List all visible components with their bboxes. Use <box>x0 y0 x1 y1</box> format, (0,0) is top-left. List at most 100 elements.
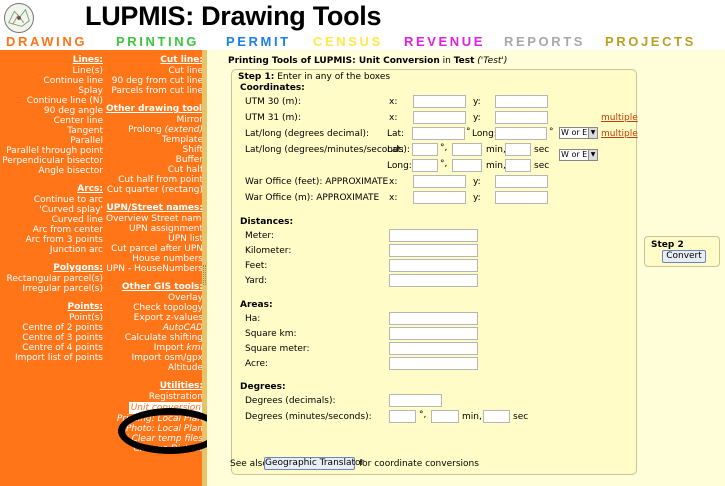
tool-cut-parcel-after-upn[interactable]: Cut parcel after UPN <box>106 244 203 254</box>
degrees-decimals-input[interactable] <box>389 394 442 407</box>
meter-input[interactable] <box>389 229 478 242</box>
lat-deg-input[interactable] <box>412 143 438 156</box>
long-sec-input[interactable] <box>505 159 531 172</box>
tool-centre-of-2-points[interactable]: Centre of 2 points <box>0 323 103 333</box>
convert-button[interactable]: Convert <box>662 250 706 263</box>
tool-90-deg-angle[interactable]: 90 deg angle <box>0 106 103 116</box>
yard-input[interactable] <box>389 274 478 287</box>
acre-input[interactable] <box>389 357 478 370</box>
tool-import-kml[interactable]: Import kml <box>106 343 203 353</box>
tool-altitude[interactable]: Altitude <box>106 363 203 373</box>
tool-parallel[interactable]: Parallel <box>0 136 103 146</box>
lat-decimal-input[interactable] <box>412 127 465 140</box>
we-select-dms[interactable]: W or E ▼ <box>559 149 598 161</box>
utm31-x-input[interactable] <box>413 111 466 124</box>
degrees-min-input[interactable] <box>431 410 459 423</box>
tool-point-s[interactable]: Point(s) <box>0 313 103 323</box>
menu-census[interactable]: CENSUS <box>313 34 383 49</box>
tool-centre-of-3-points[interactable]: Centre of 3 points <box>0 333 103 343</box>
we-select-decimal[interactable]: W or E ▼ <box>559 127 598 139</box>
tool-tangent[interactable]: Tangent <box>0 126 103 136</box>
war-m-x-input[interactable] <box>413 191 466 204</box>
tool-unit-conversion[interactable]: Unit conversion <box>128 402 203 414</box>
menu-printing[interactable]: PRINTING <box>116 34 199 49</box>
tool-rectangular-parcel-s[interactable]: Rectangular parcel(s) <box>0 274 103 284</box>
tool-center-line[interactable]: Center line <box>0 116 103 126</box>
tool-curved-line[interactable]: Curved line <box>0 215 103 225</box>
tool-registration[interactable]: Registration <box>106 392 203 402</box>
tool-overview-street-name[interactable]: Overview Street name <box>106 214 207 224</box>
utm31-multiple-link[interactable]: multiple <box>601 113 638 123</box>
degrees-sec-input[interactable] <box>483 410 510 423</box>
menu-drawing[interactable]: DRAWING <box>6 34 87 49</box>
tool-curved-splay[interactable]: 'Curved splay' <box>0 205 103 215</box>
tool-angle-bisector[interactable]: Angle bisector <box>0 166 103 176</box>
geographic-translator-button[interactable]: Geographic Translator <box>264 457 364 470</box>
tool-mirror[interactable]: Mirror <box>106 115 203 125</box>
menu-projects[interactable]: PROJECTS <box>605 34 696 49</box>
chevron-down-icon: ▼ <box>588 128 597 138</box>
tool-shift[interactable]: Shift <box>106 145 203 155</box>
tool-arc-from-center[interactable]: Arc from center <box>0 225 103 235</box>
tool-template[interactable]: Template <box>106 135 203 145</box>
war-feet-x-input[interactable] <box>413 175 466 188</box>
ha-input[interactable] <box>389 312 478 325</box>
utm31-y-input[interactable] <box>495 111 548 124</box>
tool-irregular-parcel-s[interactable]: Irregular parcel(s) <box>0 284 103 294</box>
tool-centre-of-4-points[interactable]: Centre of 4 points <box>0 343 103 353</box>
tool-cut-line[interactable]: Cut line <box>106 66 203 76</box>
tool-printing-local-plan[interactable]: Printing: Local Plan <box>106 414 203 424</box>
tool-buffer[interactable]: Buffer <box>106 155 203 165</box>
tool-line-s[interactable]: Line(s) <box>0 66 103 76</box>
war-m-y-input[interactable] <box>495 191 548 204</box>
long-deg-input[interactable] <box>412 159 438 172</box>
tool-photo-local-plan[interactable]: Photo: Local Plan <box>106 424 203 434</box>
lat-sec-input[interactable] <box>505 143 531 156</box>
tool-i-clear-temp-files[interactable]: i Clear temp files <box>106 434 203 444</box>
tool-arc-from-3-points[interactable]: Arc from 3 points <box>0 235 103 245</box>
long-decimal-input[interactable] <box>495 127 547 140</box>
section-arcs: Arcs: <box>77 184 103 194</box>
latlong-multiple-link[interactable]: multiple <box>601 129 638 139</box>
utm30-x-input[interactable] <box>413 95 466 108</box>
tool-continue-to-arc[interactable]: Continue to arc <box>0 195 103 205</box>
menu-permit[interactable]: PERMIT <box>226 34 291 49</box>
tool-import-osm-gpx[interactable]: Import osm/gpx <box>106 353 203 363</box>
tool-90-deg-from-cut-line[interactable]: 90 deg from cut line <box>106 76 203 86</box>
tool-upn-list[interactable]: UPN list <box>106 234 203 244</box>
tool-calculate-shifting[interactable]: Calculate shifting <box>106 333 203 343</box>
tool-junction-arc[interactable]: Junction arc <box>0 245 103 255</box>
menu-revenue[interactable]: REVENUE <box>404 34 485 49</box>
tool-continue-line-n[interactable]: Continue line (N) <box>0 96 103 106</box>
tool-export-z-values[interactable]: Export z-values <box>106 313 203 323</box>
tool-splay[interactable]: Splay <box>0 86 103 96</box>
tool-overlay[interactable]: Overlay <box>106 293 203 303</box>
lat-min-input[interactable] <box>452 143 482 156</box>
tool-house-numbers[interactable]: House numbers <box>106 254 203 264</box>
tool-perpendicular-bisector[interactable]: Perpendicular bisector <box>0 156 103 166</box>
menu-reports[interactable]: REPORTS <box>504 34 585 49</box>
degrees-min-label: min, <box>462 412 482 422</box>
tool-cut-half[interactable]: Cut half <box>106 165 203 175</box>
tool-cut-quarter-rectang[interactable]: Cut quarter (rectang) <box>106 185 203 195</box>
tool-check-topology[interactable]: Check topology <box>106 303 203 313</box>
feet-input[interactable] <box>389 259 478 272</box>
tool-cut-half-from-point[interactable]: Cut half from point <box>106 175 203 185</box>
tool-parallel-through-point[interactable]: Parallel through point <box>0 146 103 156</box>
tool-change-district[interactable]: Change District <box>106 444 203 454</box>
chevron-down-icon: ▼ <box>588 150 597 160</box>
tool-parcels-from-cut-line[interactable]: Parcels from cut line <box>106 86 203 96</box>
tool-upn-housenumbers[interactable]: UPN - HouseNumbers <box>106 264 203 274</box>
utm30-y-input[interactable] <box>495 95 548 108</box>
square-km-input[interactable] <box>389 327 478 340</box>
tool-autocad[interactable]: AutoCAD <box>106 323 203 333</box>
tool-import-list-of-points[interactable]: Import list of points <box>0 353 103 363</box>
war-feet-y-input[interactable] <box>495 175 548 188</box>
kilometer-input[interactable] <box>389 244 478 257</box>
tool-prolong[interactable]: Prolong (extend) <box>106 125 203 135</box>
square-meter-input[interactable] <box>389 342 478 355</box>
tool-upn-assignment[interactable]: UPN assignment <box>106 224 203 234</box>
degrees-deg-input[interactable] <box>389 410 416 423</box>
tool-continue-line[interactable]: Continue line <box>0 76 103 86</box>
long-min-input[interactable] <box>452 159 482 172</box>
